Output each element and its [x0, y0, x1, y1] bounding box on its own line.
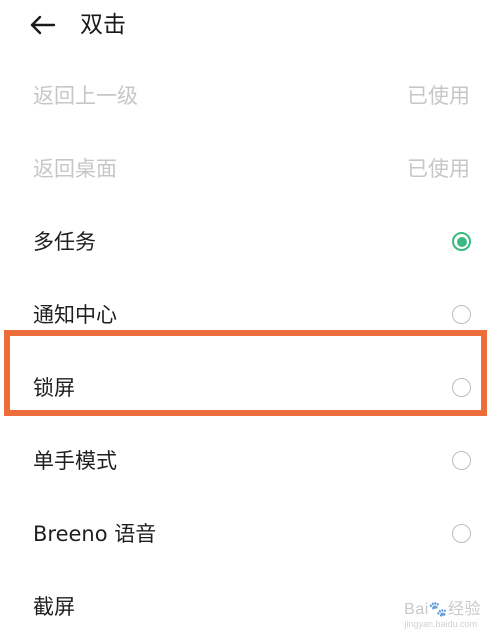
- option-label: 单手模式: [33, 449, 117, 473]
- option-row-breeno-voice[interactable]: Breeno 语音: [0, 498, 495, 570]
- watermark-url: jingyan.baidu.com: [404, 619, 477, 629]
- header-bar: 双击: [0, 0, 495, 52]
- radio-selected-icon[interactable]: [452, 232, 471, 251]
- watermark-text-right: 经验: [447, 601, 481, 618]
- arrow-left-icon: [30, 15, 56, 35]
- option-label: 返回上一级: [33, 84, 138, 108]
- radio-unselected-icon[interactable]: [452, 378, 471, 397]
- baidu-watermark: Bai🐾经验: [404, 595, 481, 619]
- back-button[interactable]: [26, 10, 60, 40]
- option-status: 已使用: [407, 157, 470, 181]
- option-status: 已使用: [407, 84, 470, 108]
- option-row-notification-center[interactable]: 通知中心: [0, 279, 495, 351]
- option-label: 返回桌面: [33, 157, 117, 181]
- option-row-one-hand-mode[interactable]: 单手模式: [0, 425, 495, 497]
- option-label: 锁屏: [33, 376, 75, 400]
- page-title: 双击: [80, 12, 126, 38]
- watermark-text-left: Bai: [404, 601, 429, 618]
- radio-unselected-icon[interactable]: [452, 451, 471, 470]
- radio-unselected-icon[interactable]: [452, 524, 471, 543]
- paw-icon: 🐾: [428, 601, 448, 618]
- radio-unselected-icon[interactable]: [452, 305, 471, 324]
- option-label: Breeno 语音: [33, 522, 157, 546]
- option-row-home: 返回桌面 已使用: [0, 133, 495, 205]
- option-row-lock-screen[interactable]: 锁屏: [0, 352, 495, 424]
- option-label: 通知中心: [33, 303, 117, 327]
- option-label: 截屏: [33, 595, 75, 619]
- option-row-back: 返回上一级 已使用: [0, 60, 495, 132]
- option-row-multitask[interactable]: 多任务: [0, 206, 495, 278]
- option-label: 多任务: [33, 230, 96, 254]
